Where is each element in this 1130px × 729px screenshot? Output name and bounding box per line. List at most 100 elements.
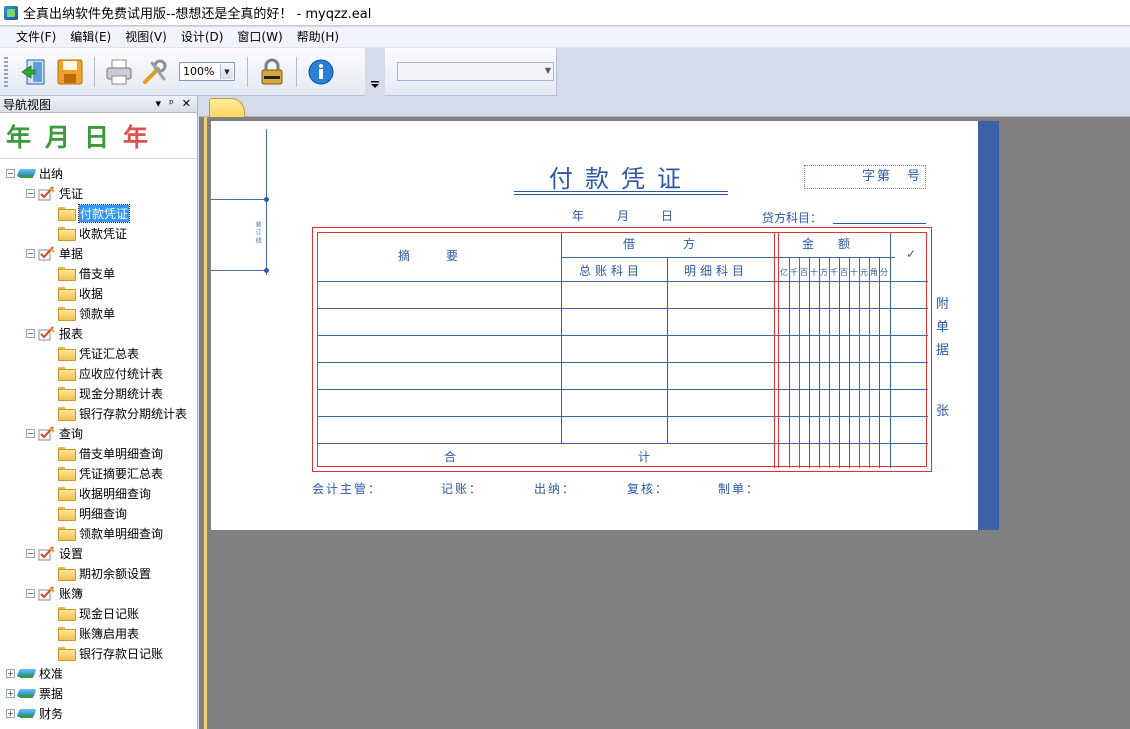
digit-column-label: 十 [810, 268, 818, 277]
nav-tree-item[interactable]: 银行存款分期统计表 [0, 403, 197, 423]
nav-tree-item[interactable]: 借支单 [0, 263, 197, 283]
nav-tree-label: 明细查询 [79, 506, 128, 521]
print-button[interactable] [101, 54, 137, 90]
collapse-icon[interactable]: − [26, 188, 35, 198]
nav-tree-item[interactable]: − 凭证 [0, 183, 197, 203]
collapse-icon[interactable]: − [26, 588, 35, 598]
nav-tree-item[interactable]: 领款单 [0, 303, 197, 323]
nav-tree-item[interactable]: − 报表 [0, 323, 197, 343]
nav-tree-item[interactable]: + 校准 [0, 663, 197, 683]
credit-account-label: 贷方科目： [762, 211, 823, 225]
nav-tree-item[interactable]: − 出纳 [0, 163, 197, 183]
checklist-icon [38, 245, 56, 261]
pin-icon[interactable]: ᵖ [169, 97, 174, 110]
attachment-label: 附 [936, 297, 950, 312]
nav-tree: − 出纳 − 凭证 付款凭证 收款凭证 − 单据 借支单 收据 领款单 − 报表凭证汇总表应收应付统计表… [0, 159, 197, 723]
digit-column-label: 万 [820, 268, 828, 277]
date-glyph-icon[interactable]: 月 [45, 118, 70, 154]
nav-title: 导航视图 [3, 97, 52, 112]
menu-design[interactable]: 设计(D) [174, 27, 231, 48]
collapse-icon[interactable]: − [26, 328, 35, 338]
date-glyph-icon[interactable]: 日 [84, 118, 109, 154]
nav-tree-item[interactable]: 账簿启用表 [0, 623, 197, 643]
nav-tree-item[interactable]: 付款凭证 [0, 203, 197, 223]
collapse-icon[interactable]: − [26, 248, 35, 258]
folder-icon [58, 407, 76, 421]
check-header: ✓ [906, 247, 917, 261]
app-icon [4, 5, 18, 20]
checklist-icon [38, 425, 56, 441]
tools-button[interactable] [137, 54, 173, 90]
exit-button[interactable] [16, 54, 52, 90]
style-combo[interactable]: ▼ [397, 62, 554, 81]
lock-button[interactable] [254, 54, 290, 90]
menu-bar: 文件(F) 编辑(E) 视图(V) 设计(D) 窗口(W) 帮助(H) [0, 27, 1130, 48]
nav-tree-item[interactable]: − 查询 [0, 423, 197, 443]
toolbar-overflow-button[interactable] [365, 48, 385, 96]
nav-tree-item[interactable]: 收据明细查询 [0, 483, 197, 503]
nav-tree-label: 凭证汇总表 [79, 346, 140, 361]
menu-file[interactable]: 文件(F) [9, 27, 63, 48]
folder-icon [58, 307, 76, 321]
close-icon[interactable]: ✕ [182, 97, 191, 110]
table-rule-red [774, 233, 775, 468]
folder-icon [58, 447, 76, 461]
menu-help[interactable]: 帮助(H) [290, 27, 346, 48]
table-rule [318, 389, 928, 390]
supervisor-label: 会计主管： [312, 482, 383, 496]
combo-dropdown-icon[interactable]: ▼ [545, 66, 551, 75]
nav-tree-item[interactable]: 收据 [0, 283, 197, 303]
collapse-icon[interactable]: − [6, 168, 15, 178]
nav-tree-item[interactable]: 凭证摘要汇总表 [0, 463, 197, 483]
nav-tree-item[interactable]: 期初余额设置 [0, 563, 197, 583]
settings-tools-icon [143, 59, 167, 84]
collapse-icon[interactable]: − [26, 428, 35, 438]
nav-tree-label: 现金分期统计表 [79, 386, 164, 401]
expand-icon[interactable]: + [6, 668, 15, 678]
date-glyph-icon[interactable]: 年 [123, 118, 148, 154]
expand-icon[interactable]: + [6, 688, 15, 698]
nav-tree-item[interactable]: 银行存款日记账 [0, 643, 197, 663]
title-underline [514, 191, 728, 192]
binding-dot [264, 197, 269, 202]
menu-window[interactable]: 窗口(W) [230, 27, 289, 48]
nav-tree-item[interactable]: 应收应付统计表 [0, 363, 197, 383]
lock-icon [261, 58, 283, 84]
book-icon [18, 687, 35, 699]
voucher-table-inner: 摘 要 借 方 总账科目 明细科目 金 额 ✓ 合 计 亿千百十万千百十元角分 [317, 232, 928, 468]
nav-tree-item[interactable]: − 单据 [0, 243, 197, 263]
nav-menu-icon[interactable]: ▾ [156, 97, 162, 110]
nav-tree-item[interactable]: 现金分期统计表 [0, 383, 197, 403]
nav-tree-item[interactable]: 现金日记账 [0, 603, 197, 623]
nav-header: 导航视图 ▾ ᵖ ✕ [0, 96, 197, 113]
nav-tree-item[interactable]: + 财务 [0, 703, 197, 723]
nav-tree-item[interactable]: − 账簿 [0, 583, 197, 603]
nav-tree-item[interactable]: 借支单明细查询 [0, 443, 197, 463]
collapse-icon[interactable]: − [26, 548, 35, 558]
table-rule [318, 308, 928, 309]
zoom-dropdown-icon[interactable]: ▼ [220, 64, 233, 79]
digit-column-label: 分 [880, 268, 888, 277]
nav-tree-item[interactable]: − 设置 [0, 543, 197, 563]
menu-edit[interactable]: 编辑(E) [63, 27, 118, 48]
table-rule [318, 416, 928, 417]
date-month-label: 月 [617, 209, 630, 223]
nav-tree-item[interactable]: 领款单明细查询 [0, 523, 197, 543]
nav-tree-item[interactable]: 明细查询 [0, 503, 197, 523]
table-rule [879, 257, 880, 468]
expand-icon[interactable]: + [6, 708, 15, 718]
save-button[interactable] [52, 54, 88, 90]
info-button[interactable] [303, 54, 339, 90]
toolbar-grip[interactable] [4, 56, 8, 87]
nav-tree-label: 领款单明细查询 [79, 526, 164, 541]
menu-view[interactable]: 视图(V) [118, 27, 174, 48]
zoom-select[interactable]: 100% ▼ [179, 62, 235, 81]
nav-tree-item[interactable]: 收款凭证 [0, 223, 197, 243]
checklist-icon [38, 585, 56, 601]
document-tab[interactable] [209, 98, 245, 118]
table-rule [318, 362, 928, 363]
nav-tree-item[interactable]: 凭证汇总表 [0, 343, 197, 363]
nav-tree-item[interactable]: + 票据 [0, 683, 197, 703]
voucher-number-field[interactable]: 字第 号 [804, 165, 926, 189]
date-glyph-icon[interactable]: 年 [6, 118, 31, 154]
